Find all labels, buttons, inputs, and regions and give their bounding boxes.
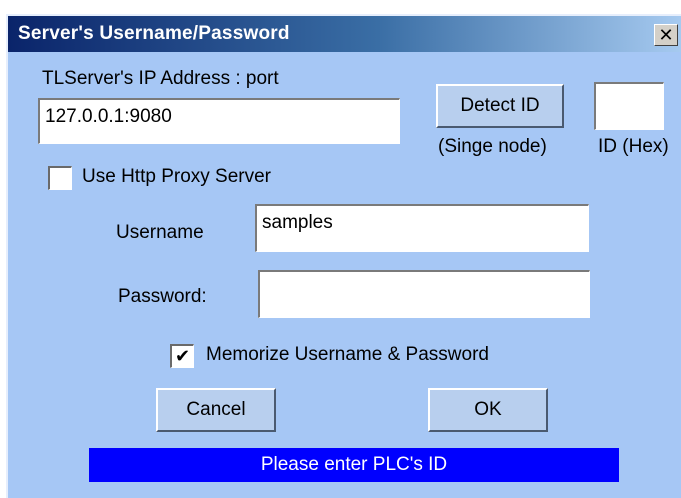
detect-id-button[interactable]: Detect ID bbox=[436, 84, 564, 128]
memorize-label: Memorize Username & Password bbox=[206, 344, 489, 365]
detect-id-label: Detect ID bbox=[460, 95, 540, 116]
detect-note: (Singe node) bbox=[438, 136, 547, 157]
memorize-checkbox[interactable]: ✔ bbox=[170, 344, 194, 368]
server-address-label: TLServer's IP Address : port bbox=[42, 68, 279, 89]
status-message: Please enter PLC's ID bbox=[260, 454, 448, 475]
cancel-button[interactable]: Cancel bbox=[156, 388, 276, 432]
close-icon: ✕ bbox=[658, 25, 674, 45]
username-input[interactable]: samples bbox=[255, 204, 589, 252]
username-label: Username bbox=[116, 222, 204, 243]
password-input[interactable] bbox=[258, 270, 590, 318]
password-label: Password: bbox=[118, 286, 207, 307]
id-hex-input[interactable] bbox=[594, 82, 664, 130]
cancel-label: Cancel bbox=[186, 399, 246, 420]
status-bar: Please enter PLC's ID bbox=[89, 448, 619, 482]
login-dialog: Server's Username/Password ✕ TLServer's … bbox=[6, 14, 681, 498]
close-button[interactable]: ✕ bbox=[654, 24, 678, 46]
ok-label: OK bbox=[474, 399, 502, 420]
id-hex-label: ID (Hex) bbox=[598, 136, 669, 157]
checkmark-icon: ✔ bbox=[174, 346, 191, 366]
proxy-checkbox[interactable] bbox=[48, 166, 72, 190]
title-bar[interactable]: Server's Username/Password ✕ bbox=[8, 16, 681, 52]
window-title: Server's Username/Password bbox=[18, 23, 290, 44]
ok-button[interactable]: OK bbox=[428, 388, 548, 432]
proxy-label: Use Http Proxy Server bbox=[82, 166, 271, 187]
server-address-input[interactable]: 127.0.0.1:9080 bbox=[38, 98, 400, 144]
